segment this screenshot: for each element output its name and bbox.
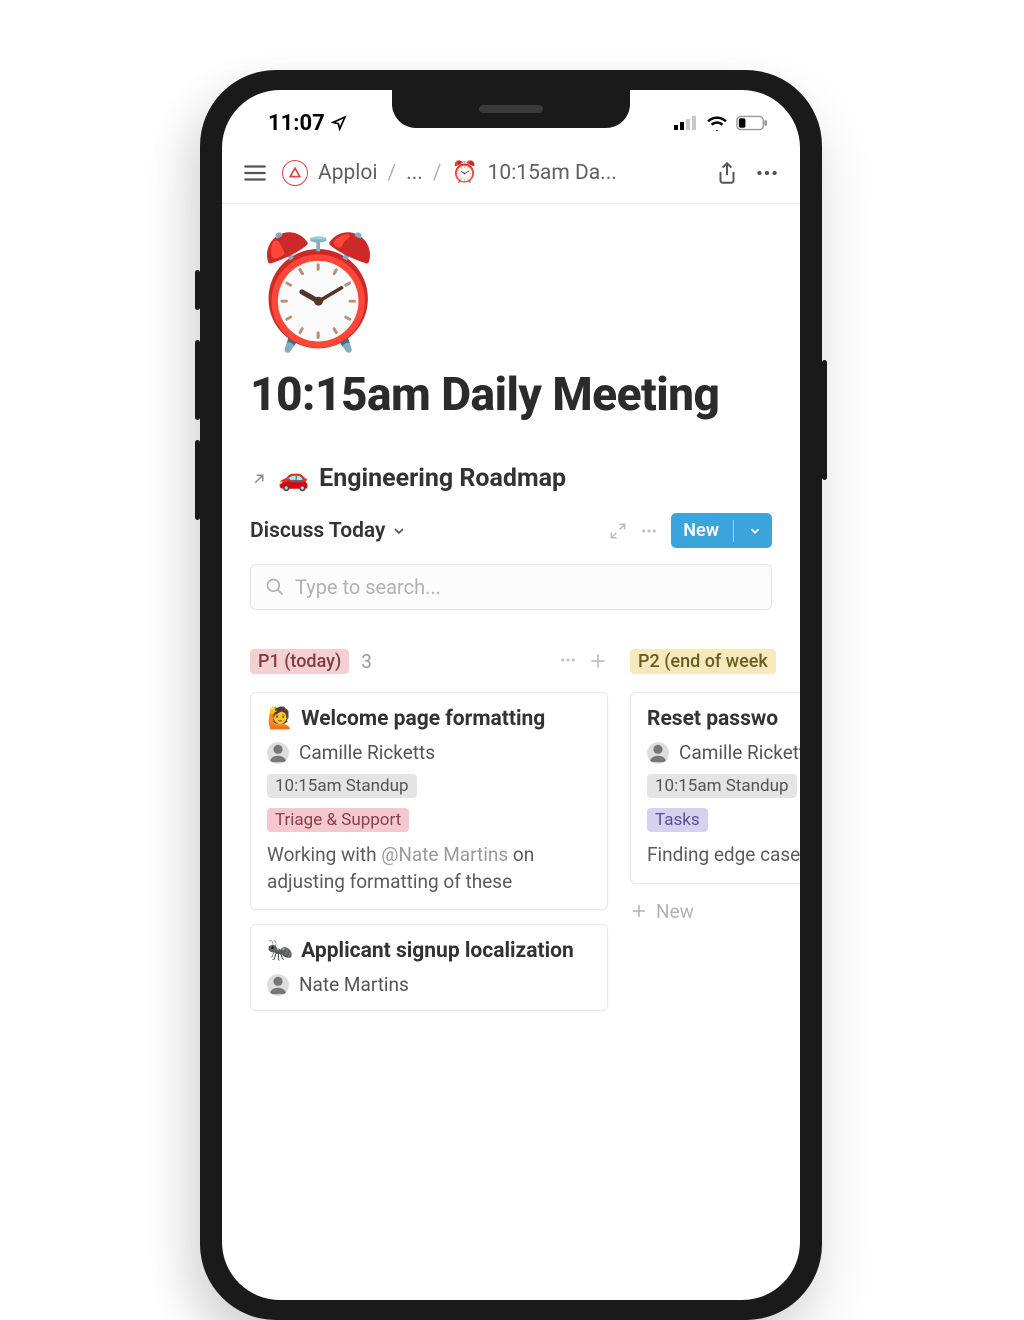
view-selector[interactable]: Discuss Today — [250, 519, 407, 543]
new-button[interactable]: New — [671, 513, 772, 548]
page-title[interactable]: 10:15am Daily Meeting — [250, 368, 772, 422]
phone-notch — [392, 90, 630, 128]
card-icon: 🙋 — [267, 707, 293, 731]
page-content: ⏰ 10:15am Daily Meeting 🚗 Engineering Ro… — [222, 204, 800, 1011]
phone-frame: 11:07 — [200, 70, 822, 1320]
search-placeholder: Type to search... — [295, 575, 441, 599]
avatar — [647, 742, 669, 764]
breadcrumb-separator: / — [387, 161, 396, 185]
more-icon[interactable] — [558, 651, 578, 671]
card-title: Reset passwo — [647, 707, 778, 731]
breadcrumb[interactable]: Apploi / ... / ⏰ 10:15am Da... — [282, 160, 700, 186]
expand-icon[interactable] — [609, 522, 627, 540]
workspace-icon — [282, 160, 308, 186]
card-tag: Triage & Support — [267, 808, 409, 832]
menu-icon[interactable] — [242, 160, 268, 186]
phone-screen: 11:07 — [222, 90, 800, 1300]
search-icon — [265, 577, 285, 597]
avatar — [267, 742, 289, 764]
link-arrow-icon — [250, 470, 268, 488]
add-icon — [630, 902, 648, 920]
share-icon[interactable] — [714, 160, 740, 186]
location-icon — [331, 115, 347, 131]
board-column-p1: P1 (today) 3 🙋 Welcome page formatting — [250, 644, 608, 1011]
linked-database-label: Engineering Roadmap — [319, 464, 566, 493]
signal-icon — [674, 115, 698, 131]
phone-side-button — [195, 270, 200, 310]
new-card-label: New — [656, 900, 694, 923]
board-card[interactable]: Reset passwo Camille Rickett 10:15am Sta… — [630, 692, 800, 884]
breadcrumb-page-icon: ⏰ — [451, 161, 477, 185]
phone-side-button — [822, 360, 827, 480]
card-title: Welcome page formatting — [301, 707, 545, 731]
card-person: Nate Martins — [299, 973, 409, 996]
card-person: Camille Rickett — [679, 741, 800, 764]
search-input[interactable]: Type to search... — [250, 564, 772, 610]
status-time: 11:07 — [268, 111, 325, 136]
battery-icon — [736, 115, 768, 131]
card-tag: Tasks — [647, 808, 708, 832]
card-person: Camille Ricketts — [299, 741, 435, 764]
breadcrumb-title: 10:15am Da... — [488, 161, 617, 185]
card-description: Finding edge case — [647, 842, 800, 869]
board-card[interactable]: 🐜 Applicant signup localization Nate Mar… — [250, 924, 608, 1011]
chevron-down-icon — [748, 524, 762, 538]
breadcrumb-workspace: Apploi — [318, 161, 377, 185]
linked-database[interactable]: 🚗 Engineering Roadmap — [250, 464, 772, 493]
top-nav: Apploi / ... / ⏰ 10:15am Da... — [222, 142, 800, 204]
phone-side-button — [195, 440, 200, 520]
wifi-icon — [706, 115, 728, 131]
board-column-p2: P2 (end of week Reset passwo Camille Ric… — [630, 644, 800, 1011]
page-icon[interactable]: ⏰ — [250, 238, 772, 348]
add-icon[interactable] — [588, 651, 608, 671]
column-count: 3 — [361, 650, 372, 673]
breadcrumb-ellipsis: ... — [406, 161, 423, 185]
card-title: Applicant signup localization — [301, 939, 574, 963]
new-card-button[interactable]: New — [630, 900, 800, 923]
avatar — [267, 974, 289, 996]
board: P1 (today) 3 🙋 Welcome page formatting — [250, 644, 772, 1011]
column-label[interactable]: P1 (today) — [250, 649, 349, 674]
mention: @Nate Martins — [381, 843, 508, 866]
chevron-down-icon — [391, 523, 407, 539]
phone-side-button — [195, 340, 200, 420]
more-icon[interactable] — [754, 160, 780, 186]
board-card[interactable]: 🙋 Welcome page formatting Camille Ricket… — [250, 692, 608, 910]
linked-database-icon: 🚗 — [278, 464, 309, 493]
view-label: Discuss Today — [250, 519, 385, 543]
column-label[interactable]: P2 (end of week — [630, 649, 776, 674]
new-button-label: New — [683, 520, 719, 541]
card-description: Working with @Nate Martins on adjusting … — [267, 842, 591, 895]
card-tag: 10:15am Standup — [647, 774, 797, 798]
card-icon: 🐜 — [267, 939, 293, 963]
more-icon[interactable] — [639, 522, 659, 540]
breadcrumb-separator: / — [433, 161, 442, 185]
card-tag: 10:15am Standup — [267, 774, 417, 798]
